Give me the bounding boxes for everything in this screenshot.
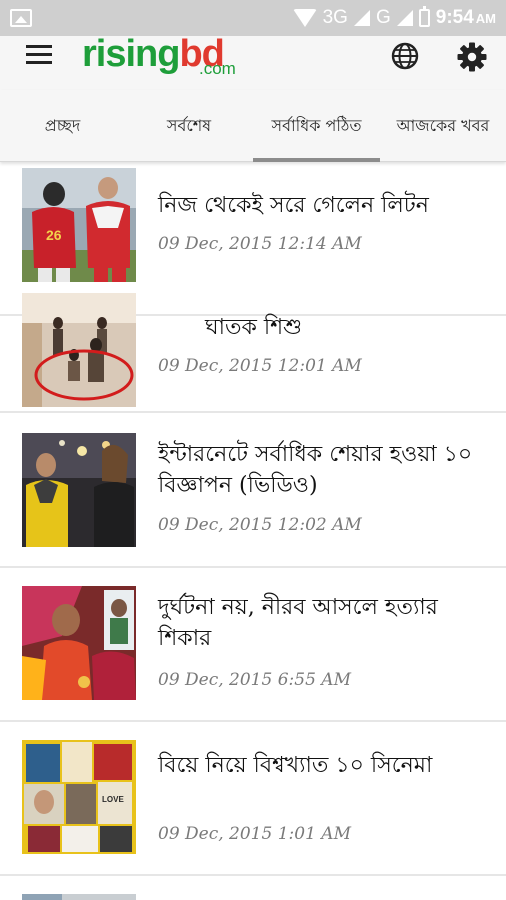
wifi-icon bbox=[292, 9, 317, 27]
signal-icon bbox=[353, 10, 370, 26]
svg-text:LOVE: LOVE bbox=[102, 795, 124, 804]
svg-text:26: 26 bbox=[46, 227, 62, 243]
status-bar: 3G G 9:54 AM bbox=[0, 0, 506, 36]
article-title: বিয়ে নিয়ে বিশ্বখ্যাত ১০ সিনেমা bbox=[158, 753, 433, 778]
article-list-item-partial[interactable] bbox=[0, 876, 506, 900]
article-list-item[interactable]: ইন্টারনেটে সর্বাধিক শেয়ার হওয়া ১০ বিজ্… bbox=[0, 413, 506, 568]
gear-icon[interactable] bbox=[456, 41, 488, 73]
article-title: ঘাতক শিশু bbox=[205, 315, 303, 340]
battery-icon bbox=[418, 6, 430, 27]
article-title: নিজ থেকেই সরে গেলেন লিটন bbox=[158, 193, 429, 218]
tab-home[interactable]: প্রচ্ছদ bbox=[0, 90, 125, 162]
article-date: 09 Dec, 2015 12:01 AM bbox=[158, 356, 362, 376]
risingbd-logo[interactable]: risingbd .com bbox=[82, 32, 252, 84]
article-list: 26 নিজ থেকেই সরে গেলেন লিটন 09 Dec, 2015… bbox=[0, 162, 506, 900]
tab-todays-news[interactable]: আজকের খবর bbox=[380, 90, 506, 162]
app-bar: risingbd .com bbox=[0, 33, 506, 90]
article-date: 09 Dec, 2015 12:02 AM bbox=[158, 515, 362, 535]
article-thumbnail bbox=[22, 293, 136, 407]
clock-ampm: AM bbox=[475, 10, 496, 26]
article-date: 09 Dec, 2015 12:14 AM bbox=[158, 234, 362, 254]
tab-most-read[interactable]: সর্বাধিক পঠিত bbox=[253, 90, 380, 162]
article-date: 09 Dec, 2015 6:55 AM bbox=[158, 670, 351, 690]
article-thumbnail: 26 bbox=[22, 168, 136, 282]
image-notification-icon bbox=[10, 9, 32, 27]
article-thumbnail: LOVE bbox=[22, 740, 136, 854]
article-thumbnail bbox=[22, 433, 136, 547]
network-g-label: G bbox=[375, 7, 391, 28]
article-list-item[interactable]: দুর্ঘটনা নয়, নীরব আসলে হত্যার শিকার 09 … bbox=[0, 568, 506, 722]
category-tabs: প্রচ্ছদ সর্বশেষ সর্বাধিক পঠিত আজকের খবর bbox=[0, 90, 506, 162]
article-thumbnail bbox=[22, 586, 136, 700]
article-list-item[interactable]: ঘাতক শিশু 09 Dec, 2015 12:01 AM bbox=[0, 288, 506, 413]
network-3g-label: 3G bbox=[322, 7, 348, 28]
logo-text-com: .com bbox=[199, 59, 236, 78]
article-list-item[interactable]: LOVE বিয়ে নিয়ে বিশ্বখ্যাত ১০ সিনেমা 09… bbox=[0, 722, 506, 876]
article-title: দুর্ঘটনা নয়, নীরব আসলে হত্যার শিকার bbox=[158, 595, 438, 651]
article-date: 09 Dec, 2015 1:01 AM bbox=[158, 824, 351, 844]
article-thumbnail-partial bbox=[22, 894, 136, 900]
logo-text-rising: rising bbox=[82, 33, 180, 75]
globe-icon[interactable] bbox=[390, 41, 420, 71]
status-indicators: 3G G 9:54 AM bbox=[292, 0, 496, 36]
signal-icon-2 bbox=[396, 10, 413, 26]
clock-time: 9:54 bbox=[435, 7, 474, 28]
hamburger-menu-icon[interactable] bbox=[26, 45, 54, 67]
tab-latest[interactable]: সর্বশেষ bbox=[125, 90, 253, 162]
article-title: ইন্টারনেটে সর্বাধিক শেয়ার হওয়া ১০ বিজ্… bbox=[158, 442, 473, 498]
